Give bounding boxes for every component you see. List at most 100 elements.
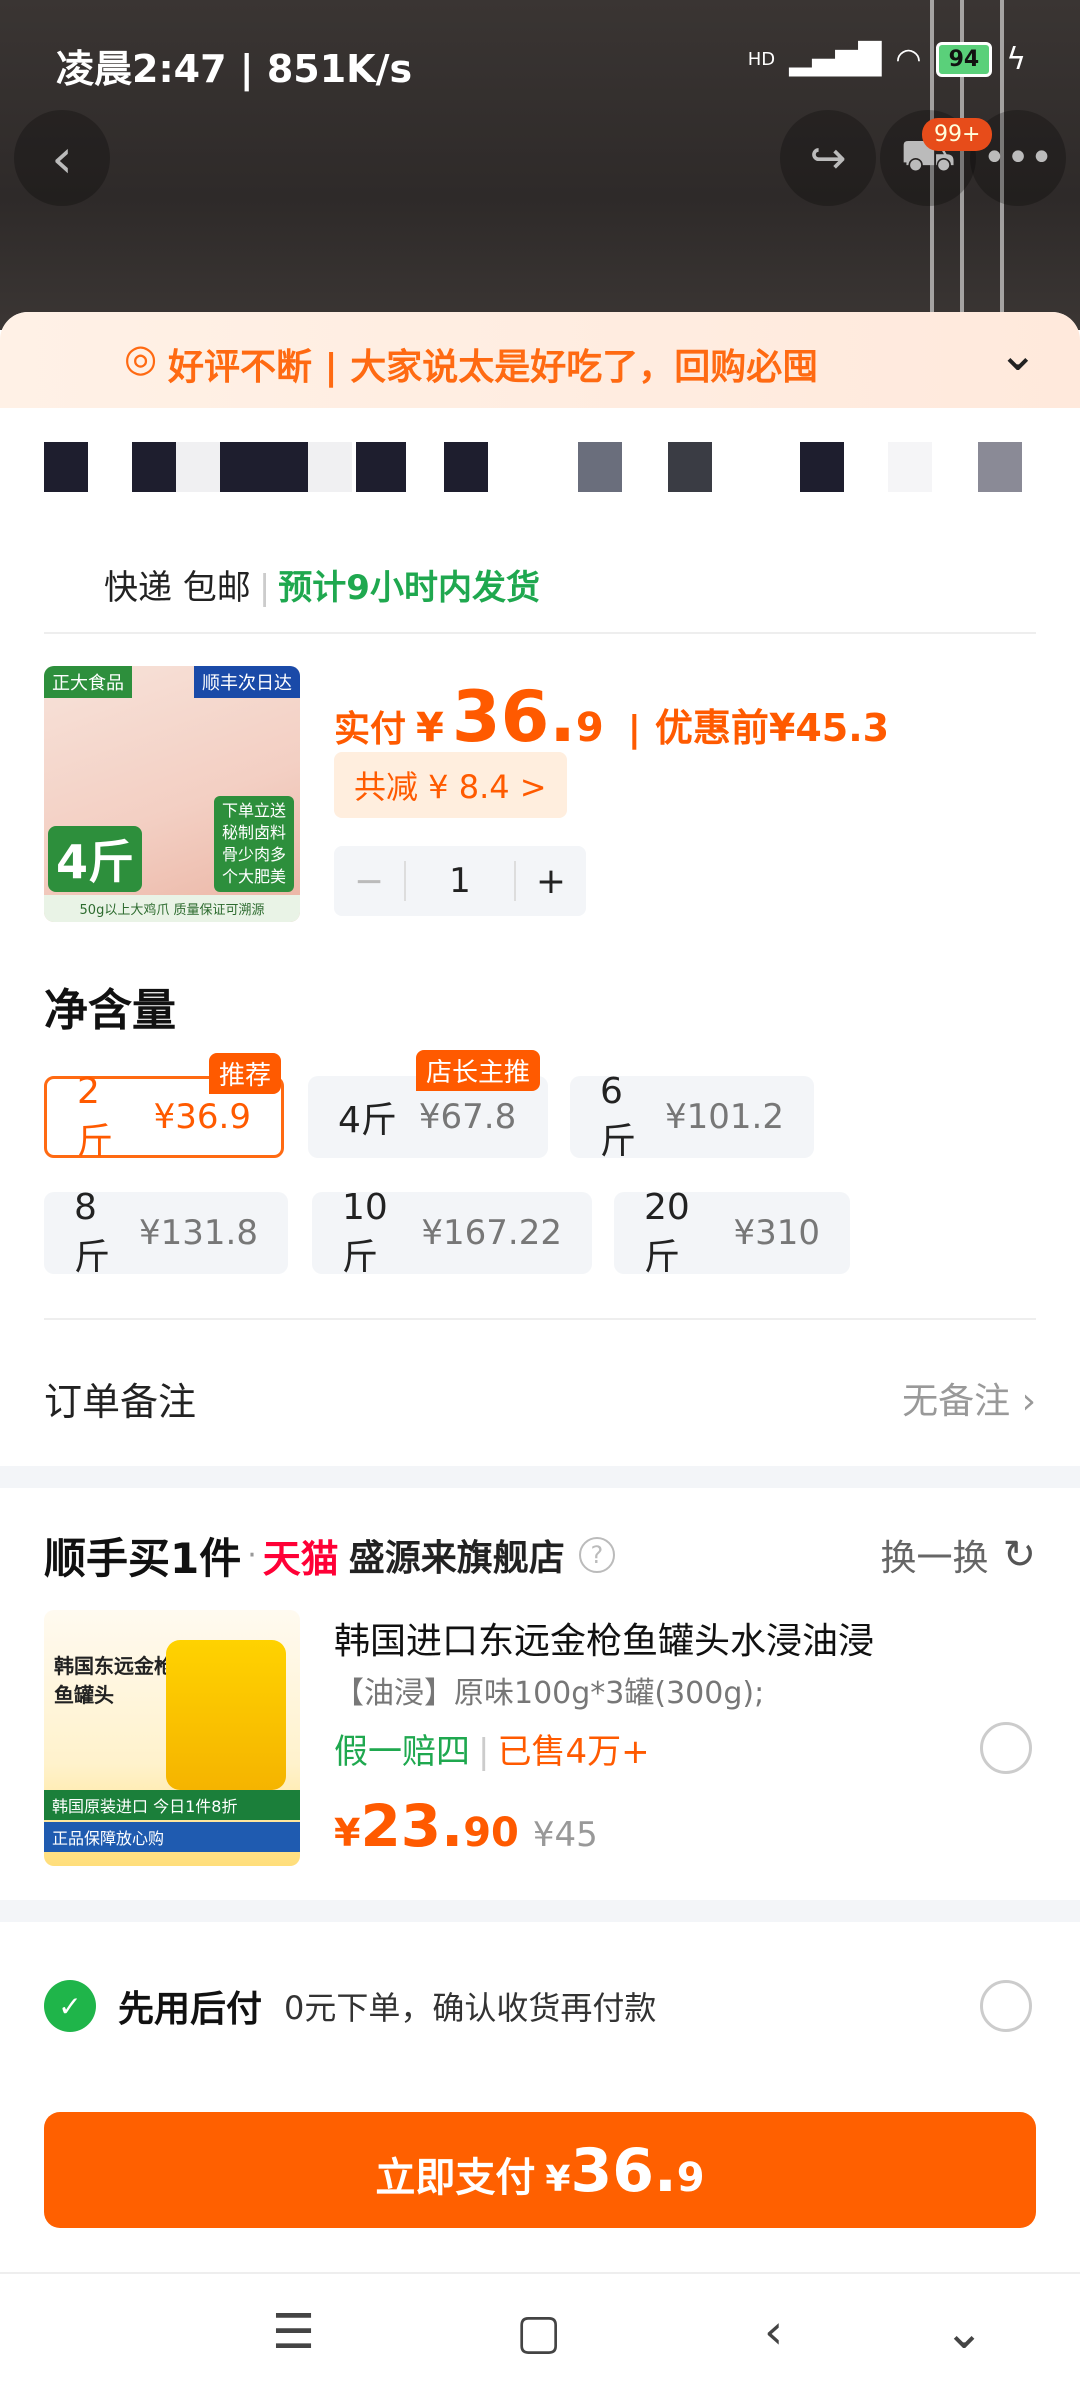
swap-button[interactable]: 换一换 [880,1529,988,1581]
home-icon[interactable]: ▢ [516,2304,561,2360]
net-weight-title: 净含量 [44,985,176,1036]
promo-label: 下单立送 秘制卤料 骨少肉多 个大肥美 [214,796,294,892]
quantity-value[interactable]: 1 [404,861,516,901]
option-2jin[interactable]: 推荐 2斤 ¥36.9 [44,1053,284,1162]
upsell-product-image[interactable]: 韩国东远金枪鱼罐头 韩国原装进口 今日1件8折 正品保障放心购 [44,1610,300,1866]
section-gap [0,1466,1080,1488]
guarantee-tag: 假一赔四 [334,1732,470,1772]
divider [44,632,1036,634]
menu-icon[interactable]: ☰ [272,2304,315,2360]
before-price: ¥45.3 [768,706,890,750]
charging-icon: ϟ [1006,42,1026,77]
option-size: 6斤 [600,1070,637,1162]
can-graphic [166,1640,286,1790]
network-type: HD [747,49,776,70]
separator: | [627,709,641,750]
minus-button[interactable]: − [334,861,404,902]
upsell-header: 顺手买1件 · 天猫 盛源来旗舰店 ? 换一换 ↻ [44,1520,1036,1590]
option-6jin[interactable]: 6斤 ¥101.2 [570,1071,814,1162]
upsell-image-strip2: 正品保障放心购 [44,1822,300,1852]
upsell-image-strip: 韩国原装进口 今日1件8折 [44,1790,300,1820]
option-tag: 店长主推 [416,1050,541,1091]
upsell-tags: 假一赔四 | 已售4万+ [334,1732,650,1772]
upsell-heading: 顺手买1件 [44,1533,242,1583]
tmall-logo: 天猫 [262,1536,339,1581]
price-dec: 9 [575,705,604,751]
pay-later-radio[interactable] [980,1980,1032,2032]
option-10jin[interactable]: 10斤 ¥167.22 [312,1187,592,1278]
banner-text: 好评不断 | 大家说太是好吃了，回购必囤 [168,347,819,388]
option-size: 2斤 [77,1070,114,1162]
close-icon[interactable]: ⌄ [998,326,1038,382]
shipping-info: 快递 包邮 | 预计9小时内发货 [104,568,540,608]
upsell-select-radio[interactable] [980,1722,1032,1774]
remark-value-wrap: 无备注 › [902,1372,1036,1424]
section-gap [0,1900,1080,1922]
upsell-price: ¥ 23. 90 ¥45 [334,1792,598,1860]
upsell-price-dec: 90 [463,1810,519,1856]
remark-label: 订单备注 [44,1379,197,1424]
price-label: 实付 [334,709,407,750]
redacted-address [44,442,1036,502]
order-sheet: ◎ 好评不断 | 大家说太是好吃了，回购必囤 ⌄ 快递 包邮 | 预计9小时内发货 … [0,312,1080,2272]
option-price: ¥67.8 [418,1097,517,1137]
help-icon[interactable]: ? [578,1537,615,1573]
shipping-eta: 预计9小时内发货 [278,568,540,608]
delivery-label: 顺丰次日达 [194,666,300,698]
option-tag: 推荐 [208,1053,281,1094]
signal-icon: ▂▄▆█ [789,42,882,77]
product-image[interactable]: 正大食品 顺丰次日达 下单立送 秘制卤料 骨少肉多 个大肥美 4斤 50g以上大… [44,666,300,922]
shopping-bag-icon: ✓ [44,1980,96,2032]
upsell-spec: 【油浸】原味100g*3罐(300g); [334,1676,765,1711]
refresh-icon[interactable]: ↻ [1002,1532,1036,1578]
option-size: 4斤 [338,1100,397,1141]
upsell-price-int: 23. [360,1792,464,1860]
share-icon[interactable]: ↪ [780,110,876,206]
status-icons: HD ▂▄▆█ ◠ 94 ϟ [748,42,1026,77]
upsell-title[interactable]: 韩国进口东远金枪鱼罐头水浸油浸 [334,1612,1014,1664]
battery-icon: 94 [935,42,993,77]
dot-separator: · [247,1537,257,1573]
option-size: 20斤 [644,1186,690,1278]
option-size: 8斤 [74,1186,111,1278]
order-remark-row[interactable]: 订单备注 无备注 › [44,1352,1036,1444]
brand-label: 正大食品 [44,666,132,698]
pay-button-price-dec: 9 [676,2155,705,2201]
sold-count: 已售4万+ [497,1732,650,1772]
weight-label: 4斤 [48,826,143,892]
plus-button[interactable]: + [516,861,586,902]
currency: ¥ [334,1811,361,1855]
divider [44,1318,1036,1320]
review-banner: ◎ 好评不断 | 大家说太是好吃了，回购必囤 ⌄ [0,312,1080,408]
option-price: ¥101.2 [665,1097,784,1137]
pay-now-button[interactable]: 立即支付 ¥ 36. 9 [44,2112,1036,2228]
pay-button-currency: ¥ [545,2159,571,2200]
quantity-stepper: − 1 + [334,846,586,916]
option-size: 10斤 [342,1186,388,1278]
pay-button-label: 立即支付 [375,2155,536,2201]
status-time: 凌晨2:47 | 851K/s [56,47,413,91]
option-8jin[interactable]: 8斤 ¥131.8 [44,1187,288,1278]
currency: ¥ [416,705,444,751]
back-icon[interactable]: ‹ [14,110,110,206]
shipping-method: 快递 包邮 [104,568,251,608]
upsell-orig-price: ¥45 [532,1815,598,1855]
pay-later-row[interactable]: ✓ 先用后付 0元下单，确认收货再付款 [44,1966,1036,2046]
status-bar: 凌晨2:47 | 851K/s HD ▂▄▆█ ◠ 94 ϟ [0,0,1080,120]
system-nav-bar: ☰ ▢ ‹ ⌄ [0,2272,1080,2400]
pay-later-title: 先用后付 [118,1989,263,2030]
top-nav: ‹ ↪ ⛟ ••• [0,110,1080,206]
option-20jin[interactable]: 20斤 ¥310 [614,1187,850,1278]
upsell-image-title: 韩国东远金枪鱼罐头 [54,1654,174,1707]
before-label: 优惠前 [654,706,769,750]
quality-label: 50g以上大鸡爪 质量保证可溯源 [44,895,300,922]
back-nav-icon[interactable]: ‹ [764,2304,783,2360]
option-4jin[interactable]: 店长主推 4斤 ¥67.8 [308,1050,548,1158]
assistant-icon[interactable]: ⌄ [944,2304,984,2360]
option-price: ¥36.9 [153,1097,251,1137]
option-price: ¥310 [733,1213,820,1253]
discount-badge[interactable]: 共减 ¥ 8.4 > [334,752,567,818]
cart-badge: 99+ [922,118,993,151]
shop-name[interactable]: 盛源来旗舰店 [349,1529,565,1581]
price-line: 实付 ¥ 36. 9 | 优惠前 ¥45.3 [334,676,889,758]
